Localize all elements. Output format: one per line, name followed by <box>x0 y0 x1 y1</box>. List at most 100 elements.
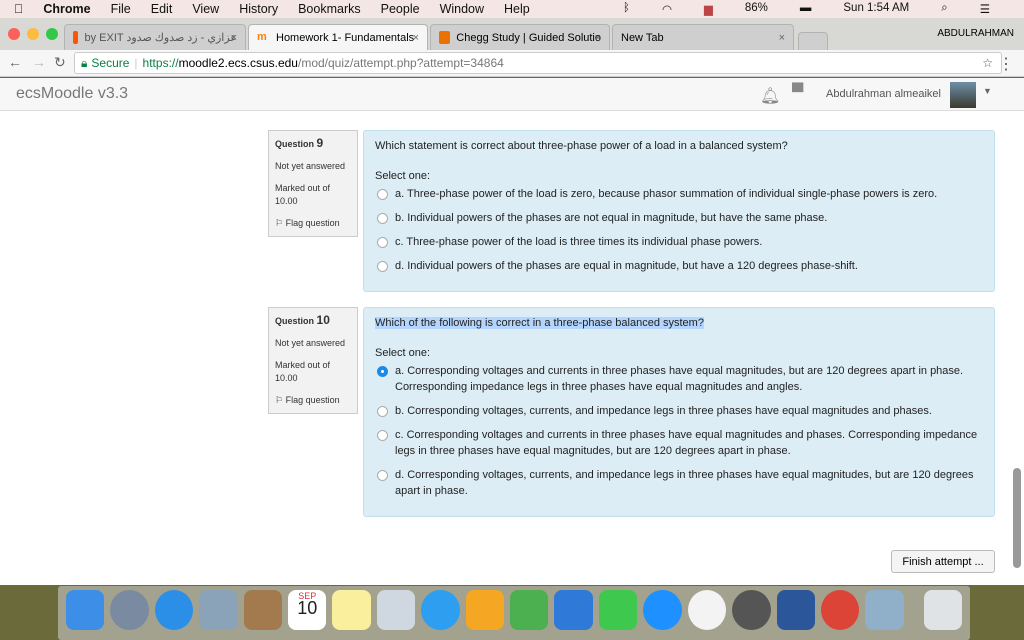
radio-button[interactable] <box>377 237 388 248</box>
select-one-label: Select one: <box>375 170 431 182</box>
flag-question-link[interactable]: ⚐ Flag question <box>275 217 351 230</box>
menu-history[interactable]: History <box>239 2 278 16</box>
clock[interactable]: Sun 1:54 AM <box>843 2 909 16</box>
marked-label: Marked out of <box>275 360 331 370</box>
close-icon[interactable]: × <box>413 32 419 44</box>
back-icon[interactable]: ← <box>8 54 22 70</box>
contacts-icon[interactable] <box>243 590 283 630</box>
close-icon[interactable]: × <box>779 32 785 44</box>
radio-button[interactable] <box>377 366 388 377</box>
option-text: d. Corresponding voltages, currents, and… <box>395 469 974 497</box>
menu-chrome[interactable]: Chrome <box>43 2 90 16</box>
answer-option[interactable]: b. Corresponding voltages, currents, and… <box>375 403 983 419</box>
radio-button[interactable] <box>377 430 388 441</box>
answer-option[interactable]: c. Three-phase power of the load is thre… <box>375 234 983 250</box>
menu-bookmarks[interactable]: Bookmarks <box>298 2 361 16</box>
flag-icon: ⚐ <box>275 218 284 228</box>
bell-icon[interactable]: 🔔︎ <box>760 86 780 106</box>
maximize-window-button[interactable] <box>46 28 58 40</box>
forward-icon[interactable]: → <box>32 54 46 70</box>
question-info: Question 9 Not yet answered Marked out o… <box>268 130 358 237</box>
keynote-icon[interactable] <box>554 590 593 630</box>
messages-icon[interactable] <box>421 590 460 630</box>
battery-percent[interactable]: 86% <box>745 2 768 16</box>
radio-button[interactable] <box>377 189 388 200</box>
system-preferences-icon[interactable] <box>732 590 771 630</box>
answer-option[interactable]: d. Corresponding voltages, currents, and… <box>375 467 983 499</box>
trash-icon[interactable] <box>923 590 963 630</box>
menu-window[interactable]: Window <box>440 2 484 16</box>
calendar-icon[interactable]: SEP 10 <box>288 590 327 630</box>
option-text: c. Three-phase power of the load is thre… <box>395 236 763 248</box>
option-text: b. Individual powers of the phases are n… <box>395 212 828 224</box>
photos-icon[interactable] <box>687 590 727 630</box>
spotlight-icon[interactable]: ⌕ <box>941 2 947 16</box>
answer-option[interactable]: c. Corresponding voltages and currents i… <box>375 427 983 459</box>
bookmark-star-icon[interactable]: ☆ <box>982 56 993 70</box>
list-icon[interactable]: ☰ <box>980 2 990 16</box>
app-store-icon[interactable] <box>643 590 682 630</box>
reminders-icon[interactable] <box>376 590 416 630</box>
avatar[interactable] <box>950 82 976 108</box>
url-path: /mod/quiz/attempt.php?attempt=34864 <box>297 56 504 70</box>
marks-value: 10.00 <box>275 373 298 383</box>
site-brand[interactable]: ecsMoodle v3.3 <box>16 85 128 103</box>
radio-button[interactable] <box>377 470 388 481</box>
answer-option[interactable]: d. Individual powers of the phases are e… <box>375 258 983 274</box>
question-number: 10 <box>316 313 330 327</box>
numbers-icon[interactable] <box>510 590 549 630</box>
close-icon[interactable]: × <box>231 32 237 44</box>
user-name[interactable]: Abdulrahman almeaikel <box>826 88 941 100</box>
menu-view[interactable]: View <box>192 2 219 16</box>
profile-name[interactable]: ABDULRAHMAN <box>937 28 1014 39</box>
facetime-icon[interactable] <box>598 590 638 630</box>
tab-bar: by EXIT عزازي - زد صدوك صدود × m Homework … <box>0 18 1024 50</box>
finish-attempt-button[interactable]: Finish attempt ... <box>891 550 995 573</box>
scrollbar[interactable] <box>1013 468 1021 568</box>
calendar-day: 10 <box>297 598 318 618</box>
notes-icon[interactable] <box>332 590 371 630</box>
answer-option[interactable]: a. Corresponding voltages and currents i… <box>375 363 983 395</box>
wifi-icon[interactable]: ◠ <box>662 2 672 16</box>
chevron-down-icon[interactable]: ▼ <box>983 86 992 96</box>
tab-soundcloud[interactable]: by EXIT عزازي - زد صدوك صدود × <box>64 24 246 50</box>
flag-icon[interactable]: ▆ <box>704 2 713 16</box>
option-text: c. Corresponding voltages and currents i… <box>395 429 978 457</box>
select-one-label: Select one: <box>375 347 431 359</box>
safari-icon[interactable] <box>154 590 194 630</box>
chrome-menu-icon[interactable]: ⋮ <box>998 54 1014 74</box>
reload-icon[interactable]: ↻ <box>54 54 66 71</box>
question-text: Which statement is correct about three-p… <box>375 140 788 152</box>
minimize-window-button[interactable] <box>27 28 39 40</box>
apple-icon[interactable]:  <box>14 2 23 16</box>
finder-icon[interactable] <box>66 590 105 630</box>
option-text: a. Three-phase power of the load is zero… <box>395 188 938 200</box>
menu-edit[interactable]: Edit <box>151 2 173 16</box>
url-input[interactable]: 🔒︎ Secure | https:// moodle2.ecs.csus.ed… <box>74 52 1002 74</box>
word-icon[interactable] <box>776 590 815 630</box>
tab-new[interactable]: New Tab × <box>612 24 794 50</box>
answer-option[interactable]: a. Three-phase power of the load is zero… <box>375 186 983 202</box>
menu-people[interactable]: People <box>381 2 420 16</box>
bluetooth-icon[interactable]: ᛒ <box>623 2 630 16</box>
flag-question-link[interactable]: ⚐ Flag question <box>275 394 351 407</box>
tab-homework[interactable]: m Homework 1- Fundamentals × <box>248 24 428 50</box>
menu-file[interactable]: File <box>111 2 131 16</box>
url-scheme: https:// <box>142 56 179 70</box>
tab-chegg[interactable]: Chegg Study | Guided Solutio × <box>430 24 610 50</box>
close-icon[interactable]: × <box>595 32 601 44</box>
mail-icon[interactable] <box>199 590 238 630</box>
preview-icon[interactable] <box>865 590 904 630</box>
radio-button[interactable] <box>377 406 388 417</box>
radio-button[interactable] <box>377 213 388 224</box>
launchpad-icon[interactable] <box>110 590 149 630</box>
menu-help[interactable]: Help <box>504 2 530 16</box>
close-window-button[interactable] <box>8 28 20 40</box>
answer-option[interactable]: b. Individual powers of the phases are n… <box>375 210 983 226</box>
new-tab-button[interactable] <box>798 32 828 50</box>
chrome-icon[interactable] <box>820 590 860 630</box>
pages-icon[interactable] <box>465 590 505 630</box>
radio-button[interactable] <box>377 261 388 272</box>
message-icon[interactable]: ▀ <box>792 84 803 102</box>
question-status: Not yet answered <box>275 161 346 171</box>
